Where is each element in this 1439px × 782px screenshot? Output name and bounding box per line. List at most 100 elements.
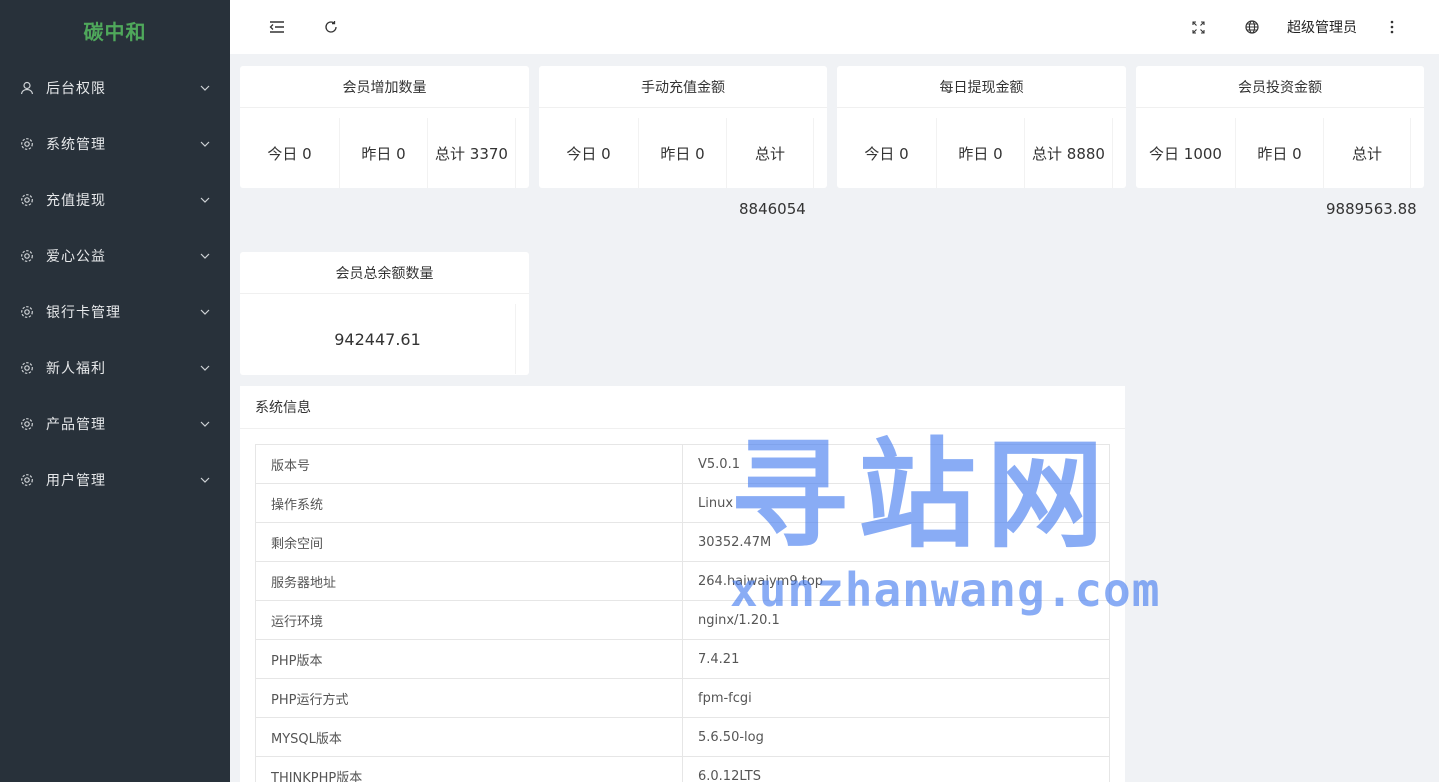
stat-today: 今日 0 [837,118,937,188]
sidebar-item-admin-permissions[interactable]: 后台权限 [0,60,230,116]
info-value: Linux [682,483,1110,523]
card-title: 会员增加数量 [240,66,529,108]
gear-icon [20,305,34,319]
sidebar-item-bank-cards[interactable]: 银行卡管理 [0,284,230,340]
stat-yesterday: 昨日 0 [639,118,727,188]
chevron-down-icon [200,477,210,483]
info-key: THINKPHP版本 [255,756,683,782]
gear-icon [20,473,34,487]
sidebar-item-newcomer-benefits[interactable]: 新人福利 [0,340,230,396]
stat-total-value: 8846054 [739,200,806,218]
card-title: 会员投资金额 [1136,66,1424,108]
stat-yesterday: 昨日 0 [1236,118,1324,188]
info-value: V5.0.1 [682,444,1110,484]
stat-row: 今日 1000 昨日 0 总计 [1136,108,1424,188]
refresh-icon [325,21,337,33]
stat-card-daily-withdrawal: 每日提现金额 今日 0 昨日 0 总计 8880 [837,66,1126,188]
main-content: 会员增加数量 今日 0 昨日 0 总计 3370 手动充值金额 今日 0 昨日 … [230,54,1439,782]
sidebar-item-label: 银行卡管理 [46,305,121,321]
gear-icon [20,361,34,375]
stat-row: 942447.61 [240,294,529,374]
sidebar: 碳中和 后台权限 系统管理 充值提现 爱心公益 银行卡管理 新人福利 产品管理 … [0,0,230,782]
sidebar-item-charity[interactable]: 爱心公益 [0,228,230,284]
app-logo[interactable]: 碳中和 [0,0,230,60]
info-key: MYSQL版本 [255,717,683,757]
table-row: 操作系统 Linux [255,483,1110,523]
info-value: 5.6.50-log [682,717,1110,757]
sidebar-item-recharge-withdraw[interactable]: 充值提现 [0,172,230,228]
sidebar-item-label: 爱心公益 [46,249,106,265]
sidebar-item-label: 产品管理 [46,417,106,433]
stat-row: 今日 0 昨日 0 总计 3370 [240,108,529,188]
sidebar-item-user-management[interactable]: 用户管理 [0,452,230,508]
stat-row: 今日 0 昨日 0 总计 [539,108,827,188]
globe-icon [1245,20,1259,34]
menu-fold-icon [269,21,284,33]
stat-card-manual-recharge: 手动充值金额 今日 0 昨日 0 总计 [539,66,827,188]
system-info-panel: 系统信息 版本号 V5.0.1 操作系统 Linux 剩余空间 30352.47M 服… [240,386,1125,782]
stat-total: 总计 8880 [1025,118,1113,188]
system-info-title: 系统信息 [240,386,1125,429]
language-button[interactable] [1225,0,1279,54]
more-button[interactable] [1365,0,1419,54]
stat-today: 今日 0 [539,118,639,188]
stat-card-member-balance: 会员总余额数量 942447.61 [240,252,529,375]
stat-today: 今日 1000 [1136,118,1236,188]
stat-today: 今日 0 [240,118,340,188]
chevron-down-icon [200,85,210,91]
table-row: 版本号 V5.0.1 [255,444,1110,484]
admin-user-menu[interactable]: 超级管理员 [1279,17,1365,37]
sidebar-item-label: 系统管理 [46,137,106,153]
info-key: 服务器地址 [255,561,683,601]
sidebar-item-label: 后台权限 [46,81,106,97]
sidebar-item-label: 新人福利 [46,361,106,377]
info-value: 264.haiwaiym9.top [682,561,1110,601]
table-row: 运行环境 nginx/1.20.1 [255,600,1110,640]
info-value: nginx/1.20.1 [682,600,1110,640]
card-title: 每日提现金额 [837,66,1126,108]
table-row: MYSQL版本 5.6.50-log [255,717,1110,757]
info-value: 30352.47M [682,522,1110,562]
info-key: 剩余空间 [255,522,683,562]
stat-total: 总计 [1324,118,1411,188]
info-key: 运行环境 [255,600,683,640]
top-header: 超级管理员 [230,0,1439,54]
chevron-down-icon [200,421,210,427]
info-key: PHP版本 [255,639,683,679]
fullscreen-icon [1191,20,1205,34]
table-row: PHP运行方式 fpm-fcgi [255,678,1110,718]
menu-fold-button[interactable] [250,0,304,54]
info-value: 6.0.12LTS [682,756,1110,782]
stat-row: 今日 0 昨日 0 总计 8880 [837,108,1126,188]
chevron-down-icon [200,309,210,315]
stat-card-member-investment: 会员投资金额 今日 1000 昨日 0 总计 [1136,66,1424,188]
fullscreen-button[interactable] [1171,0,1225,54]
chevron-down-icon [200,197,210,203]
gear-icon [20,137,34,151]
stat-total-value: 9889563.88 [1326,200,1417,218]
sidebar-item-label: 充值提现 [46,193,106,209]
stat-card-member-growth: 会员增加数量 今日 0 昨日 0 总计 3370 [240,66,529,188]
info-value: fpm-fcgi [682,678,1110,718]
chevron-down-icon [200,253,210,259]
refresh-button[interactable] [304,0,358,54]
more-vertical-icon [1390,20,1394,34]
card-title: 手动充值金额 [539,66,827,108]
sidebar-item-system-management[interactable]: 系统管理 [0,116,230,172]
gear-icon [20,417,34,431]
sidebar-item-product-management[interactable]: 产品管理 [0,396,230,452]
info-value: 7.4.21 [682,639,1110,679]
stat-balance-value: 942447.61 [240,304,516,374]
table-row: PHP版本 7.4.21 [255,639,1110,679]
sidebar-item-label: 用户管理 [46,473,106,489]
table-row: 剩余空间 30352.47M [255,522,1110,562]
user-icon [20,81,34,95]
stat-yesterday: 昨日 0 [937,118,1025,188]
chevron-down-icon [200,141,210,147]
info-key: PHP运行方式 [255,678,683,718]
stat-total: 总计 [727,118,814,188]
table-row: 服务器地址 264.haiwaiym9.top [255,561,1110,601]
table-row: THINKPHP版本 6.0.12LTS [255,756,1110,782]
card-title: 会员总余额数量 [240,252,529,294]
info-key: 版本号 [255,444,683,484]
